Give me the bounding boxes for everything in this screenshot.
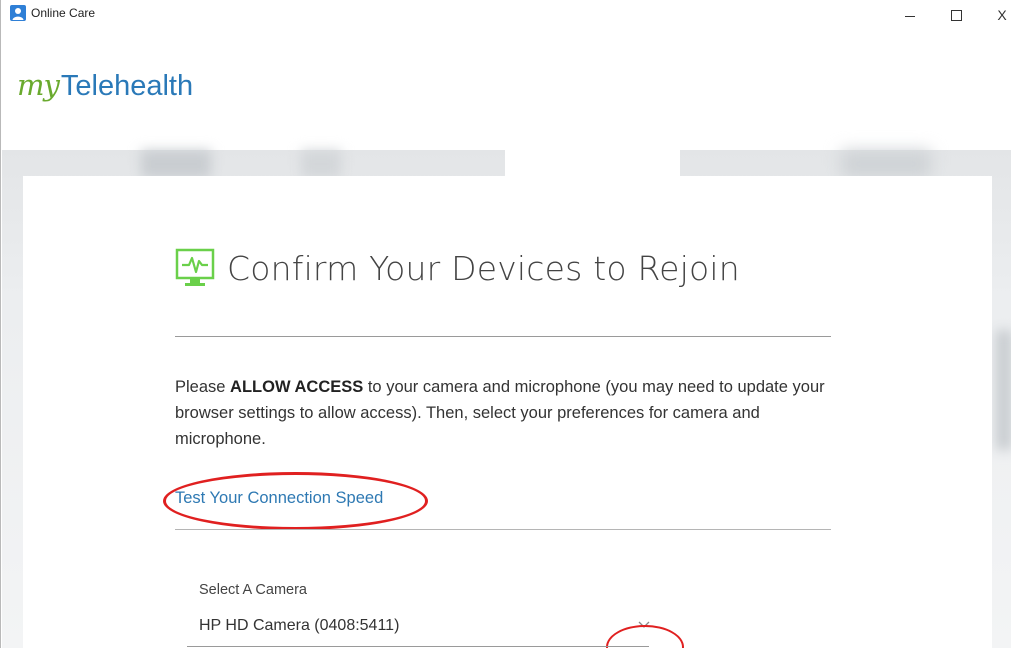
hero-blur — [996, 330, 1011, 450]
camera-select[interactable]: HP HD Camera (0408:5411) — [187, 608, 651, 644]
instructions-before: Please — [175, 378, 231, 396]
title-bar: Online Care X — [1, 0, 1011, 30]
page-heading: Confirm Your Devices to Rejoin — [175, 246, 740, 290]
instructions-bold: ALLOW ACCESS — [230, 378, 364, 396]
chevron-down-icon[interactable] — [637, 618, 651, 632]
close-button[interactable]: X — [979, 0, 1011, 30]
camera-select-label: Select A Camera — [199, 582, 307, 598]
minimize-button[interactable] — [887, 0, 933, 30]
hero-blur — [841, 150, 931, 178]
divider — [175, 529, 831, 530]
camera-select-underline — [187, 646, 649, 647]
minimize-icon — [905, 15, 915, 17]
instructions-text: Please ALLOW ACCESS to your camera and m… — [175, 374, 835, 452]
hero-notch — [505, 150, 680, 176]
brand-logo: myTelehealth — [17, 68, 193, 108]
camera-selected-value: HP HD Camera (0408:5411) — [199, 617, 400, 634]
brand-prefix: my — [17, 68, 60, 102]
close-icon: X — [997, 7, 1007, 23]
maximize-icon — [950, 9, 962, 21]
window-title: Online Care — [31, 6, 96, 20]
brand-name: Telehealth — [60, 70, 194, 102]
divider — [175, 336, 831, 337]
maximize-button[interactable] — [933, 0, 979, 30]
hero-blur — [141, 150, 211, 178]
hero-blur — [301, 150, 341, 178]
online-care-icon — [10, 5, 26, 21]
test-connection-speed-link[interactable]: Test Your Connection Speed — [175, 489, 383, 508]
app-window: Online Care X myTelehealth Confirm Your … — [0, 0, 1011, 648]
page-title: Confirm Your Devices to Rejoin — [227, 248, 740, 288]
monitor-pulse-icon — [175, 248, 215, 286]
